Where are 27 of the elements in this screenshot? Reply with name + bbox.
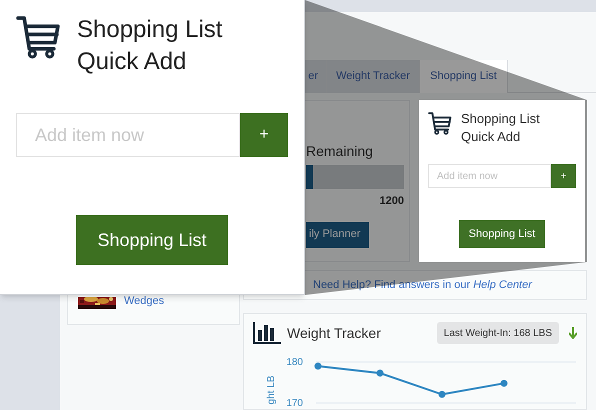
cart-icon xyxy=(16,14,61,59)
add-button[interactable]: + xyxy=(240,113,288,157)
tick-label: 180 xyxy=(286,357,303,368)
tab[interactable]: Shopping List xyxy=(420,60,508,93)
add-button[interactable]: + xyxy=(551,164,576,188)
axis-title: ght LB xyxy=(266,376,277,404)
widget-title: Shopping List Quick Add xyxy=(77,15,224,77)
tick-label: 170 xyxy=(286,398,303,409)
item-input-field[interactable]: Add item now xyxy=(428,164,551,188)
data-point xyxy=(376,370,384,377)
data-point xyxy=(314,362,322,370)
weight-badge: Last Weight-In: 168 LBS xyxy=(436,322,559,344)
data-point xyxy=(500,380,508,387)
recipe-link[interactable]: Wedges xyxy=(124,292,164,309)
tab[interactable]: er xyxy=(305,60,327,93)
widget-title: Shopping List Quick Add xyxy=(461,110,541,146)
calorie-total: 1200 xyxy=(380,194,404,209)
shopping-list-button[interactable]: Shopping List xyxy=(458,220,546,248)
planner-button[interactable]: ily Planner xyxy=(306,222,369,248)
help-center-link[interactable]: Help Center xyxy=(473,278,532,291)
tab[interactable]: Weight Tracker xyxy=(327,60,420,93)
bar-chart-icon xyxy=(253,322,281,344)
data-point xyxy=(438,390,446,398)
card-title: Remaining xyxy=(306,142,374,161)
shopping-list-button[interactable]: Shopping List xyxy=(76,215,228,265)
cart-icon xyxy=(428,111,452,135)
card-title: Weight Tracker xyxy=(287,324,381,343)
